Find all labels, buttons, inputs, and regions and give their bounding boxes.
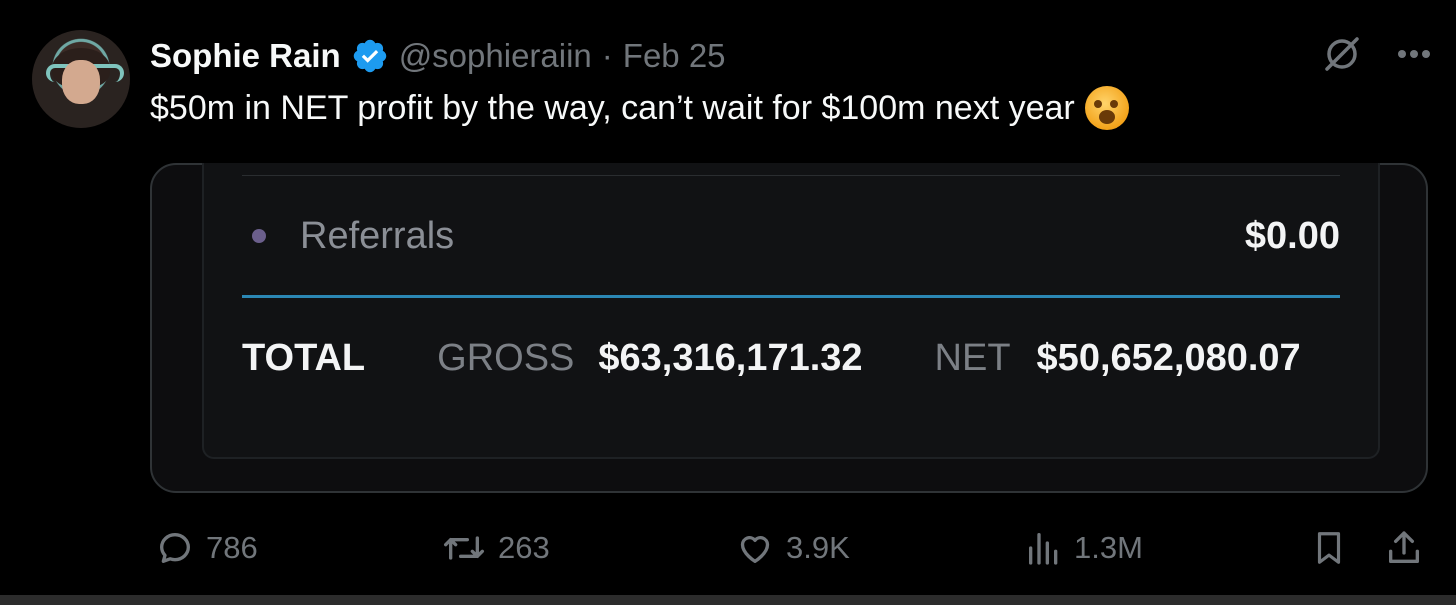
retweet-icon (444, 536, 485, 560)
panel-divider (242, 175, 1340, 176)
author-handle[interactable]: @sophieraiin (399, 37, 592, 75)
tweet-action-bar: 786 263 3.9K 1.3M (150, 528, 1430, 572)
header-separator: · (601, 37, 613, 74)
tweet-top-actions (1322, 34, 1432, 74)
bookmark-button[interactable] (1310, 528, 1348, 568)
bottom-edge (0, 595, 1456, 605)
verified-badge-icon (353, 39, 386, 73)
views-count: 1.3M (1074, 530, 1143, 565)
grok-icon[interactable] (1322, 34, 1362, 74)
more-icon[interactable] (1396, 48, 1432, 60)
gross-value: $63,316,171.32 (598, 336, 863, 379)
net-label: NET (934, 336, 1011, 379)
net-value: $50,652,080.07 (1036, 336, 1301, 379)
referrals-label: Referrals (300, 214, 455, 257)
referrals-value: $0.00 (1244, 214, 1340, 257)
avatar[interactable] (32, 30, 130, 128)
total-divider (242, 295, 1340, 298)
bookmark-icon (1317, 532, 1341, 564)
gross-label: GROSS (437, 336, 575, 379)
tweet-date[interactable]: Feb 25 (623, 37, 726, 75)
media-card[interactable]: Referrals $0.00 TOTAL GROSS $63,316,171.… (150, 163, 1428, 493)
tweet[interactable]: Sophie Rain @sophieraiin · Feb 25 $50m i… (0, 0, 1456, 605)
share-icon (1389, 531, 1419, 563)
reply-icon (160, 533, 190, 563)
tweet-text-row: $50m in NET profit by the way, can’t wai… (150, 86, 1129, 130)
views-icon (1029, 533, 1058, 565)
author-name[interactable]: Sophie Rain (150, 37, 341, 75)
like-icon (740, 536, 770, 563)
like-count: 3.9K (786, 530, 850, 565)
retweet-button[interactable]: 263 (440, 528, 550, 568)
hand-over-mouth-emoji-icon (1084, 86, 1129, 130)
tweet-text: $50m in NET profit by the way, can’t wai… (150, 88, 1075, 127)
referrals-bullet-icon (252, 229, 266, 243)
total-label: TOTAL (242, 336, 366, 379)
avatar-face (62, 60, 100, 104)
reply-button[interactable]: 786 (154, 528, 258, 568)
total-row: TOTAL GROSS $63,316,171.32 NET $50,652,0… (242, 333, 1340, 383)
share-button[interactable] (1384, 528, 1424, 568)
referrals-row: Referrals $0.00 (242, 211, 1340, 261)
reply-count: 786 (206, 530, 258, 565)
retweet-count: 263 (498, 530, 550, 565)
views-button[interactable]: 1.3M (1024, 528, 1143, 568)
tweet-header: Sophie Rain @sophieraiin · Feb 25 (150, 34, 726, 78)
earnings-panel: Referrals $0.00 TOTAL GROSS $63,316,171.… (202, 163, 1380, 459)
like-button[interactable]: 3.9K (734, 528, 850, 568)
